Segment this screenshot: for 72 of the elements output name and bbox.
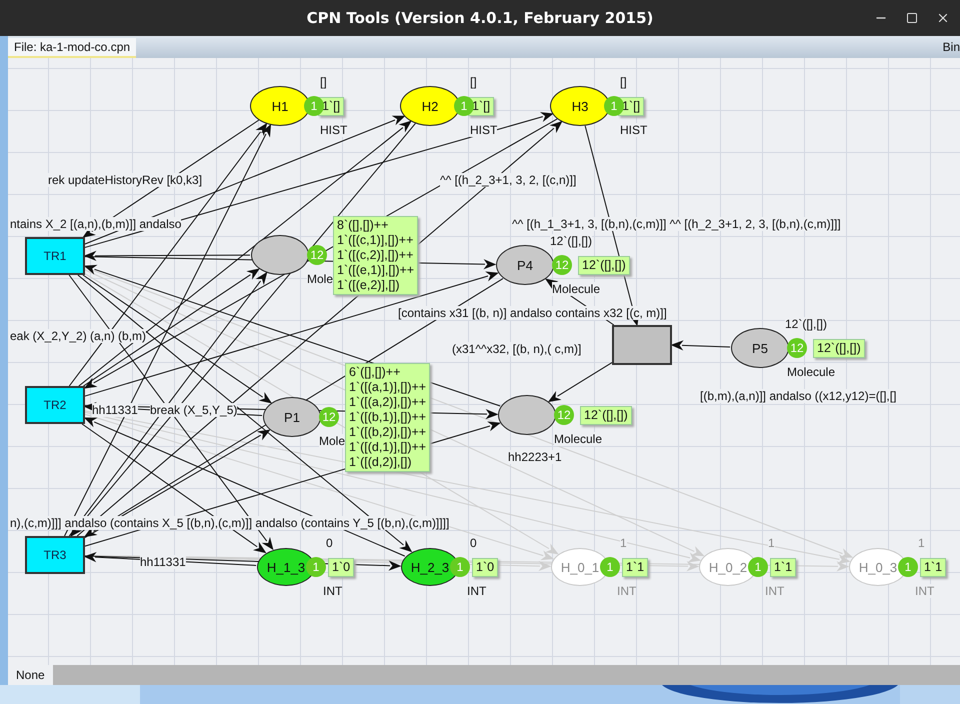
color-set-label: Mole (319, 434, 346, 448)
token-count-badge: 1 (600, 557, 620, 577)
arc-inscription: ^^ [(h_2_3+1, 3, 2, [(c,n)]] (440, 173, 576, 187)
marking-label: 12`([],[]) (813, 338, 865, 358)
marking-label: 12`([],[]) (578, 256, 630, 274)
color-set-label: INT (323, 584, 342, 598)
place-node: P5 (731, 328, 789, 368)
arc-inscription: hh2223+1 (508, 450, 562, 464)
initial-marking-text: [] (320, 75, 327, 89)
token-count-badge: 1 (450, 557, 470, 577)
initial-marking-text: 1 (918, 536, 925, 550)
token-count-badge: 12 (787, 338, 807, 358)
marking-label: 1`0 (472, 558, 498, 576)
transition-node: TR1 (25, 237, 85, 275)
color-set-label: INT (915, 584, 934, 598)
place-node: H1 (250, 86, 310, 126)
marking-label: 1`1 (622, 558, 648, 576)
arc-inscription: break (X_5,Y_5) (150, 403, 238, 417)
color-set-label: Mole (307, 272, 334, 286)
marking-label: 6`([],[])++ 1`([(a,1)],[])++ 1`([(a,2)],[])++ 1`([(b,1)],[])++ 1`([(b,2)],[])++ 1`([(d,1)],[])++ 1`([(d,2)],[]) (345, 362, 430, 472)
place-node: H3 (550, 86, 610, 126)
arc-inscription: hh11331 (140, 555, 186, 569)
initial-marking-text: 0 (326, 536, 333, 550)
marking-label: 1`1 (770, 558, 796, 576)
marking-label: 12`([],[]) (580, 406, 632, 424)
place-node: P4 (496, 245, 554, 285)
close-icon[interactable] (936, 11, 950, 25)
initial-marking-text: 12`([],[]) (785, 317, 828, 331)
initial-marking-text: 1 (768, 536, 775, 550)
token-count-badge: 12 (554, 405, 574, 425)
arc-inscription: rek updateHistoryRev [k0,k3] (48, 173, 202, 187)
window-title: CPN Tools (Version 4.0.1, February 2015) (306, 9, 654, 27)
color-set-label: Molecule (787, 365, 836, 379)
arc-inscription: ntains X_2 [(a,n),(b,m)]] andalso (10, 217, 182, 231)
transition-node: TR3 (25, 536, 85, 574)
token-count-badge: 12 (307, 245, 327, 265)
transition-node (612, 325, 672, 365)
color-set-label: INT (467, 584, 486, 598)
marking-label: 1`1 (920, 558, 946, 576)
color-set-label: Molecule (552, 282, 600, 296)
token-count-badge: 12 (319, 407, 339, 427)
token-count-badge: 1 (898, 557, 918, 577)
arc-inscription: [(b,m),(a,n)]] andalso ((x12,y12)=([],[] (700, 389, 896, 403)
color-set-label: INT (765, 584, 784, 598)
place-node: H2 (400, 86, 460, 126)
index-tab[interactable]: None (8, 665, 53, 685)
initial-marking-text: 0 (470, 536, 477, 550)
arc-inscription: eak (X_2,Y_2) (a,n) (b,m) (10, 329, 146, 343)
place-node: P1 (263, 397, 321, 437)
file-tab[interactable]: File: ka-1-mod-co.cpn (8, 38, 136, 58)
color-set-label: HIST (620, 123, 648, 137)
initial-marking-text: 1 (620, 536, 627, 550)
marking-label: 1`0 (328, 558, 354, 576)
initial-marking-text: [] (620, 75, 627, 89)
arc-inscription: n),(c,m)]]] andalso (contains X_5 [(b,n),(c,m)]] andalso (contains Y_5 [(b,n),(c,m)]]]] (10, 516, 450, 530)
color-set-label: INT (617, 584, 636, 598)
arc-inscription: ^^ [(h_1_3+1, 3, [(b,n),(c,m)]] ^^ [(h_2_3+1, 2, 3, [(b,n),(c,m)]]] (512, 217, 841, 231)
marking-label: 8`([],[])++ 1`([(c,1)],[])++ 1`([(c,2)],[])++ 1`([(e,1)],[])++ 1`([(e,2)],[]) (333, 216, 418, 294)
token-count-badge: 1 (306, 557, 326, 577)
token-count-badge: 1 (748, 557, 768, 577)
arc-inscription: [contains x31 [(b, n)] andalso contains x32 [(c, m)]] (398, 306, 667, 320)
transition-node: TR2 (25, 386, 85, 424)
initial-marking-text: [] (470, 75, 477, 89)
color-set-label: Molecule (554, 432, 602, 446)
arc-inscription: hh11331 (92, 403, 138, 417)
color-set-label: HIST (320, 123, 348, 137)
bin-label: Bin (942, 40, 960, 56)
color-set-label: HIST (470, 123, 498, 137)
initial-marking-text: 12`([],[]) (550, 234, 592, 248)
token-count-badge: 12 (552, 255, 572, 275)
maximize-icon[interactable] (906, 12, 918, 24)
arc-inscription: (x31^^x32, [(b, n),( c,m)] (452, 342, 582, 356)
